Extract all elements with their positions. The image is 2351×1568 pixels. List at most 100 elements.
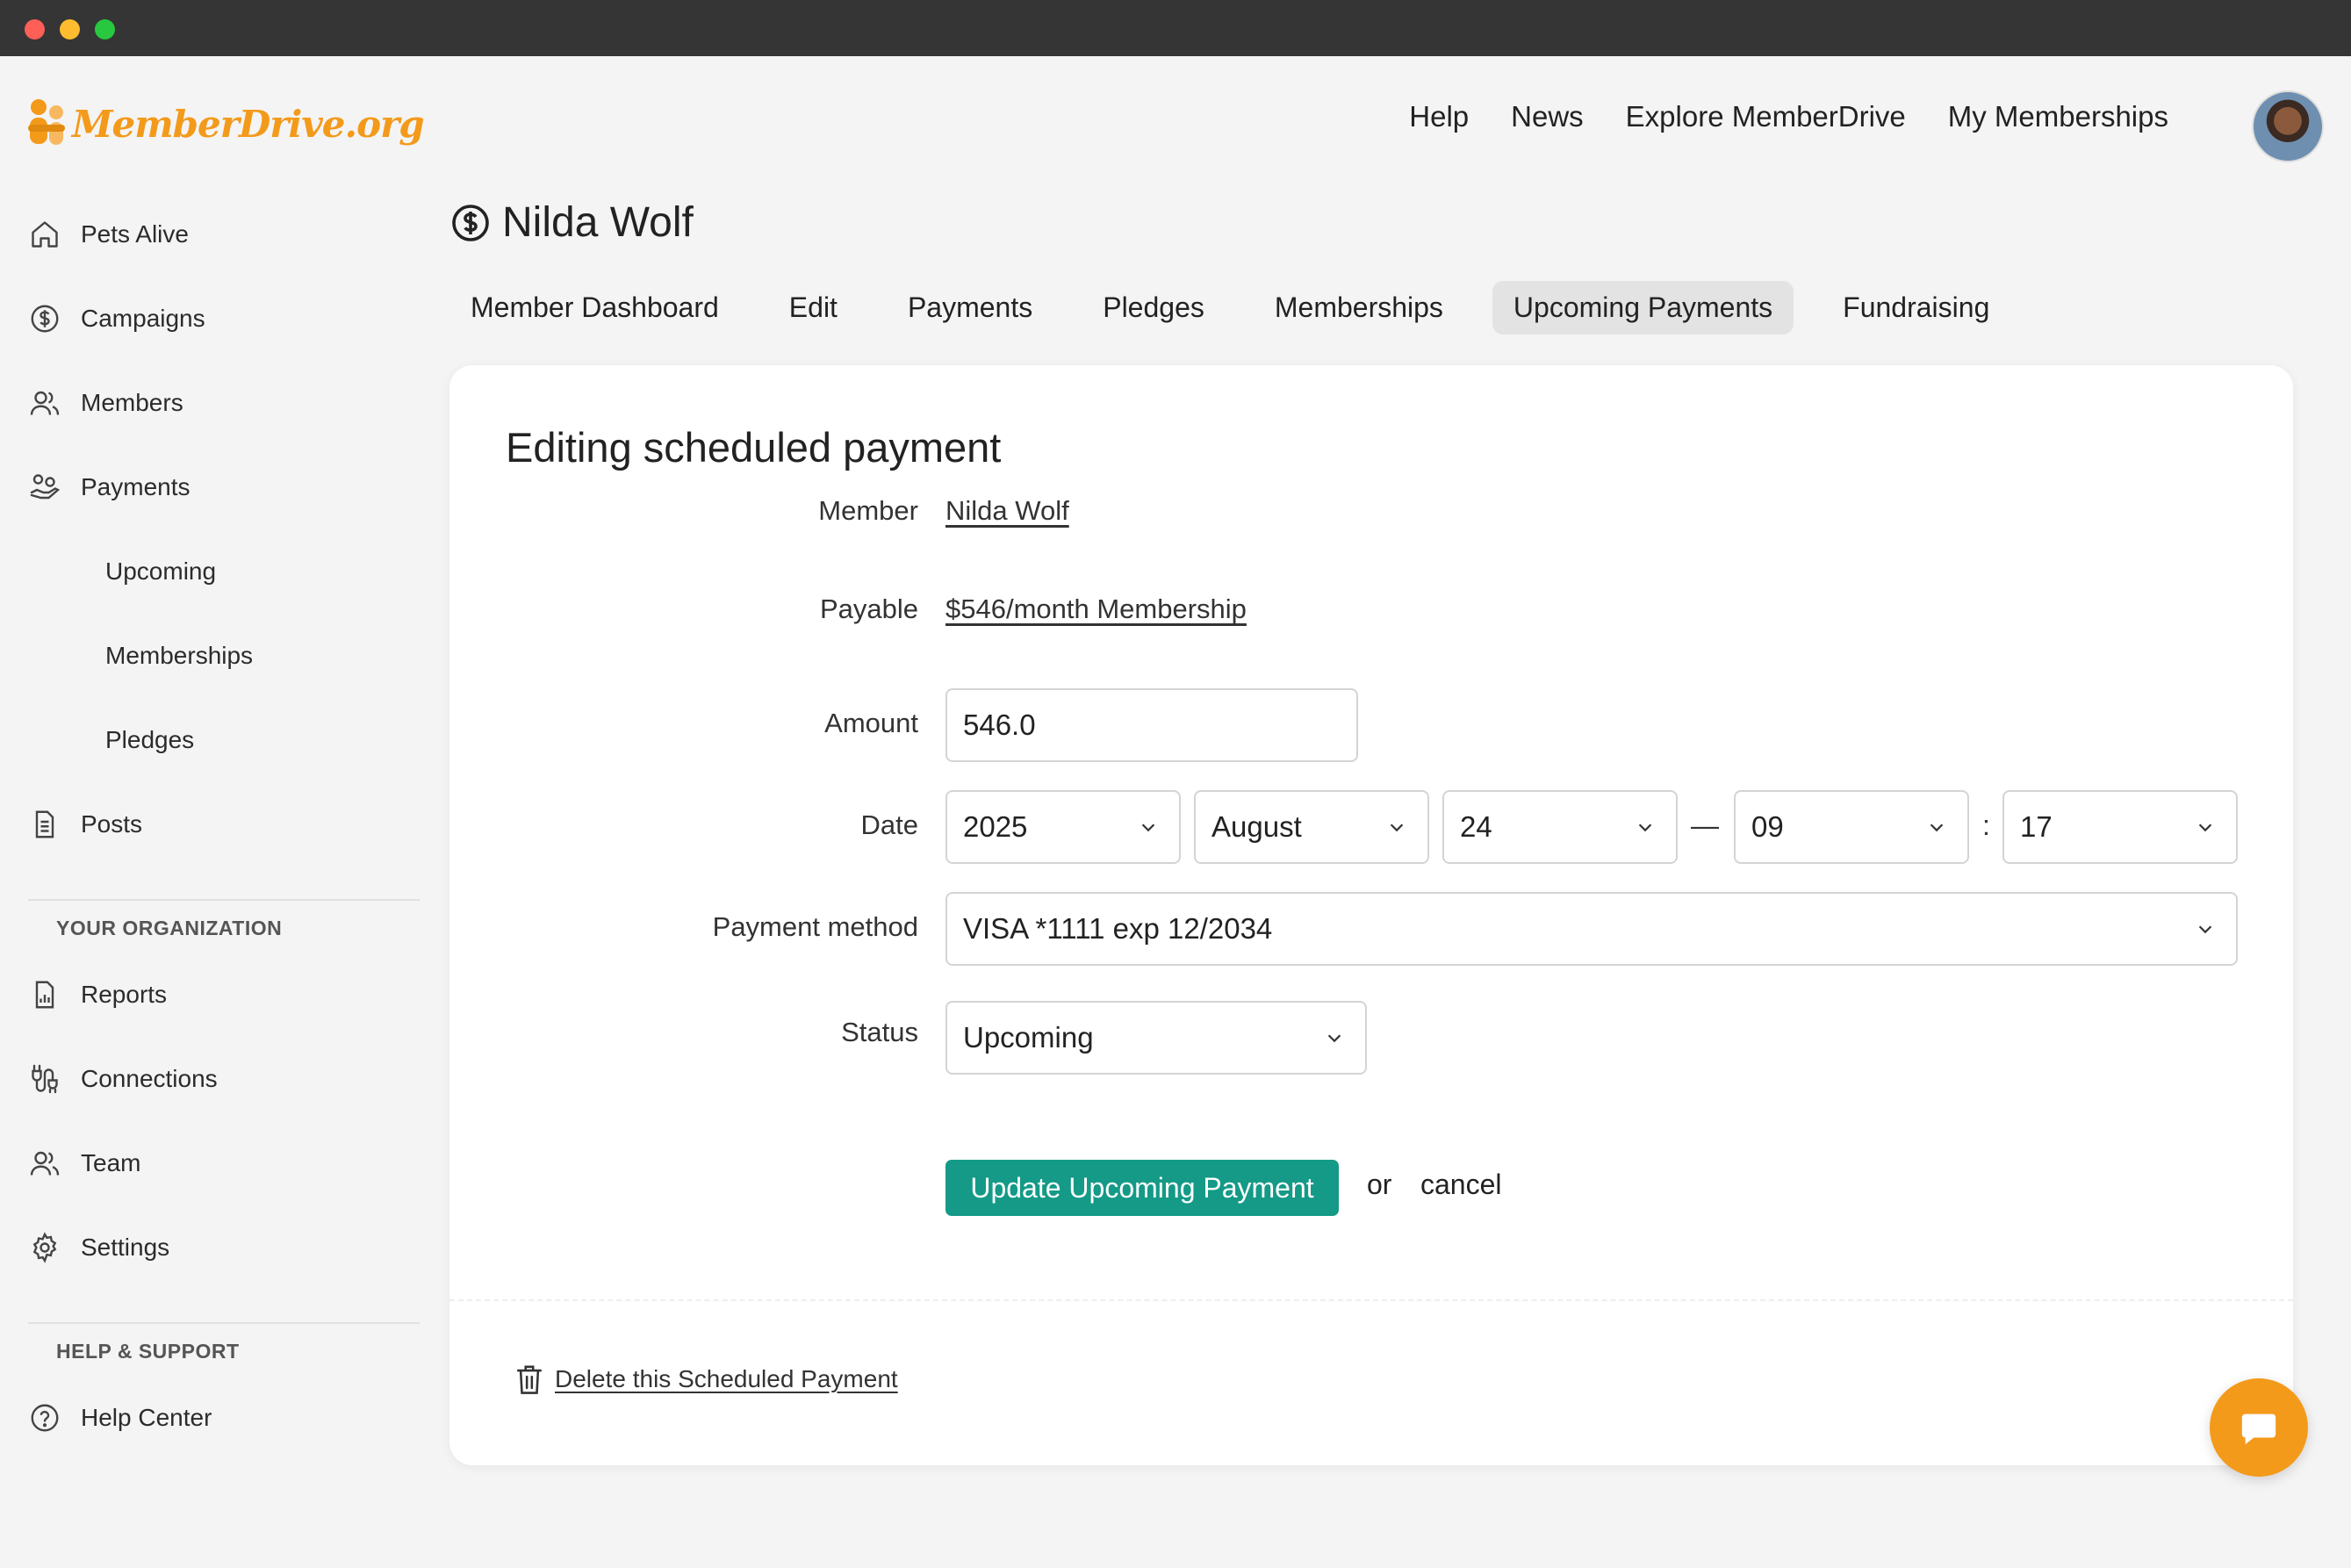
document-icon	[28, 808, 61, 841]
sidebar-item-label: Connections	[81, 1065, 218, 1092]
sidebar-item-members[interactable]: Members	[28, 383, 183, 423]
gear-icon	[28, 1231, 61, 1264]
close-window-button[interactable]	[25, 19, 45, 40]
nav-help[interactable]: Help	[1409, 100, 1469, 133]
date-day-value: 24	[1460, 810, 1492, 843]
status-label: Status	[841, 1017, 918, 1047]
or-text: or	[1367, 1169, 1392, 1200]
page-title: Nilda Wolf	[449, 198, 694, 247]
sidebar-item-campaigns[interactable]: Campaigns	[28, 298, 205, 339]
date-month-value: August	[1211, 810, 1302, 843]
sidebar-item-settings[interactable]: Settings	[28, 1227, 169, 1268]
tab-edit[interactable]: Edit	[768, 281, 859, 334]
member-label: Member	[818, 495, 918, 526]
date-month-select[interactable]: August	[1194, 790, 1429, 864]
logo[interactable]: MemberDrive.org	[26, 98, 425, 149]
chevron-down-icon	[1930, 824, 1944, 832]
sidebar-item-pledges[interactable]: Pledges	[105, 720, 194, 760]
chevron-down-icon	[1638, 824, 1652, 832]
maximize-window-button[interactable]	[95, 19, 115, 40]
date-label: Date	[860, 809, 918, 840]
sidebar-item-reports[interactable]: Reports	[28, 975, 167, 1015]
member-link[interactable]: Nilda Wolf	[945, 495, 1069, 527]
update-upcoming-payment-button[interactable]: Update Upcoming Payment	[945, 1160, 1339, 1216]
sidebar-item-label: Upcoming	[105, 557, 217, 585]
nav-my-memberships[interactable]: My Memberships	[1948, 100, 2168, 133]
hand-coins-icon	[28, 471, 61, 504]
chat-button[interactable]	[2210, 1378, 2308, 1477]
delete-scheduled-payment-link[interactable]: Delete this Scheduled Payment	[514, 1363, 898, 1396]
question-circle-icon	[28, 1401, 61, 1435]
sidebar-item-connections[interactable]: Connections	[28, 1059, 218, 1099]
chevron-down-icon	[1141, 824, 1155, 832]
time-hour-value: 09	[1751, 810, 1784, 843]
sidebar-item-label: Settings	[81, 1234, 170, 1261]
date-time-separator: —	[1691, 809, 1719, 841]
sidebar-item-label: Pledges	[105, 726, 195, 753]
tab-upcoming-payments[interactable]: Upcoming Payments	[1492, 281, 1794, 334]
time-minute-value: 17	[2020, 810, 2053, 843]
sidebar-section-help-support: HELP & SUPPORT	[56, 1340, 240, 1363]
sidebar-item-upcoming[interactable]: Upcoming	[105, 551, 216, 592]
time-colon: :	[1982, 809, 1990, 841]
dollar-circle-icon	[452, 204, 489, 241]
sidebar-divider	[28, 1322, 420, 1324]
logo-mark-icon	[28, 99, 65, 145]
payment-method-label: Payment method	[712, 911, 918, 942]
logo-text: MemberDrive.org	[72, 102, 425, 146]
chevron-down-icon	[1390, 824, 1404, 832]
time-hour-select[interactable]: 09	[1734, 790, 1969, 864]
top-nav: Help News Explore MemberDrive My Members…	[1409, 100, 2168, 133]
tab-memberships[interactable]: Memberships	[1254, 281, 1464, 334]
sidebar-item-label: Posts	[81, 810, 143, 838]
minimize-window-button[interactable]	[60, 19, 80, 40]
sidebar-divider	[28, 899, 420, 901]
date-year-select[interactable]: 2025	[945, 790, 1181, 864]
sidebar-item-memberships[interactable]: Memberships	[105, 636, 253, 676]
edit-payment-card: Editing scheduled payment Member Nilda W…	[449, 365, 2293, 1465]
sidebar-item-label: Help Center	[81, 1404, 212, 1431]
time-minute-select[interactable]: 17	[2002, 790, 2238, 864]
card-divider	[449, 1299, 2293, 1301]
window-titlebar	[0, 0, 2351, 56]
chat-bubble-icon	[2241, 1413, 2276, 1445]
sidebar-item-payments[interactable]: Payments	[28, 467, 191, 507]
sidebar-section-your-organization: YOUR ORGANIZATION	[56, 917, 283, 939]
member-name: Nilda Wolf	[502, 199, 694, 246]
status-select[interactable]: Upcoming	[945, 1001, 1367, 1075]
amount-label: Amount	[824, 708, 918, 738]
tab-payments[interactable]: Payments	[887, 281, 1053, 334]
payable-link[interactable]: $546/month Membership	[945, 593, 1247, 625]
users-icon	[28, 1147, 61, 1180]
sidebar-item-label: Memberships	[105, 642, 254, 669]
chevron-down-icon	[2198, 824, 2212, 832]
users-icon	[28, 386, 61, 420]
sidebar-item-label: Payments	[81, 473, 191, 500]
date-year-value: 2025	[963, 810, 1028, 843]
tab-pledges[interactable]: Pledges	[1082, 281, 1226, 334]
form-title: Editing scheduled payment	[506, 424, 1002, 471]
sidebar-item-help-center[interactable]: Help Center	[28, 1398, 212, 1438]
dollar-circle-icon	[28, 302, 61, 335]
nav-explore[interactable]: Explore MemberDrive	[1626, 100, 1906, 133]
plug-icon	[28, 1062, 61, 1096]
sidebar-item-label: Pets Alive	[81, 220, 189, 248]
sidebar-item-team[interactable]: Team	[28, 1143, 140, 1183]
amount-input[interactable]: 546.0	[945, 688, 1358, 762]
member-tabs: Member Dashboard Edit Payments Pledges M…	[449, 281, 2010, 334]
tab-fundraising[interactable]: Fundraising	[1822, 281, 2010, 334]
sidebar-item-pets-alive[interactable]: Pets Alive	[28, 214, 189, 255]
tab-member-dashboard[interactable]: Member Dashboard	[449, 281, 740, 334]
date-day-select[interactable]: 24	[1442, 790, 1678, 864]
trash-icon	[516, 1365, 543, 1394]
sidebar-item-label: Team	[81, 1149, 141, 1176]
user-avatar[interactable]	[2252, 90, 2324, 162]
sidebar-item-label: Members	[81, 389, 183, 416]
nav-news[interactable]: News	[1511, 100, 1584, 133]
cancel-link[interactable]: cancel	[1420, 1169, 1502, 1201]
sidebar-item-posts[interactable]: Posts	[28, 804, 142, 845]
sidebar-item-label: Campaigns	[81, 305, 205, 332]
chevron-down-icon	[2198, 925, 2212, 934]
payment-method-select[interactable]: VISA *1111 exp 12/2034	[945, 892, 2238, 966]
home-icon	[28, 218, 61, 251]
